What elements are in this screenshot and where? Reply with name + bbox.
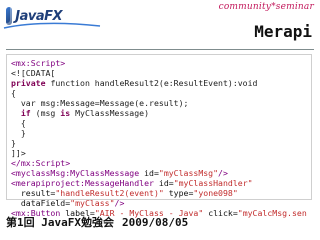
code-token: {: [11, 88, 16, 98]
code-token: <myclassMsg:MyClassMessage: [11, 168, 145, 178]
code-line: <myclassMsg:MyClassMessage id="myClassMs…: [11, 168, 307, 178]
code-token: <merapiproject:MessageHandler: [11, 178, 159, 188]
code-line: dataField="myClass"/>: [11, 198, 307, 208]
code-token: <![CDATA[: [11, 68, 56, 78]
code-token: result=: [11, 188, 56, 198]
header-divider: [6, 49, 314, 50]
code-line: <merapiproject:MessageHandler id="myClas…: [11, 178, 307, 188]
code-line: private function handleResult2(e:ResultE…: [11, 78, 307, 88]
footer-title: 第1回 JavaFX勉強会: [6, 216, 114, 229]
code-line: <mx:Script>: [11, 58, 307, 68]
code-token: MyClassMessage): [70, 108, 150, 118]
code-token: />: [114, 198, 125, 208]
code-token: is: [60, 108, 71, 118]
code-token: />: [218, 168, 228, 178]
code-token: "yone098": [193, 188, 238, 198]
code-token: }: [11, 128, 26, 138]
code-token: private: [11, 78, 46, 88]
code-listing: <mx:Script> <![CDATA[private function han…: [6, 54, 312, 218]
code-line: }: [11, 138, 307, 148]
code-token: "myClass": [70, 198, 115, 208]
code-line: {: [11, 88, 307, 98]
code-token: id=: [144, 168, 159, 178]
code-token: {: [11, 118, 26, 128]
code-token: type=: [168, 188, 194, 198]
code-token: "myClassMsg": [158, 168, 219, 178]
code-token: "myClassHandler": [173, 178, 253, 188]
code-token: <mx:Script>: [11, 58, 66, 68]
code-line: <![CDATA[: [11, 68, 307, 78]
merapi-title: Merapi: [254, 22, 312, 41]
code-token: (msg: [30, 108, 61, 118]
code-line: result="handleResult2(event)" type="yone…: [11, 188, 307, 198]
code-token: }: [11, 138, 16, 148]
slide-header: JavaFX community*seminar Merapi: [0, 0, 320, 50]
code-line: if (msg is MyClassMessage): [11, 108, 307, 118]
swoosh-icon: [3, 22, 101, 29]
code-line: {: [11, 118, 307, 128]
code-line: ]]>: [11, 148, 307, 158]
code-token: "handleResult2(event)": [55, 188, 169, 198]
code-line: </mx:Script>: [11, 158, 307, 168]
code-token: if: [11, 108, 31, 118]
code-token: ]]>: [11, 148, 26, 158]
code-token: var msg:Message=Message(e.result);: [11, 98, 189, 108]
code-token: dataField=: [11, 198, 71, 208]
code-token: id=: [158, 178, 174, 188]
code-line: }: [11, 128, 307, 138]
code-token: </mx:Script>: [11, 158, 71, 168]
code-line: var msg:Message=Message(e.result);: [11, 98, 307, 108]
footer-date: 2009/08/05: [121, 215, 189, 229]
community-seminar-tag: community*seminar: [218, 2, 314, 12]
slide-footer: 第1回 JavaFX勉強会 2009/08/05: [6, 210, 314, 234]
code-token: function handleResult2(e:ResultEvent):vo…: [45, 78, 258, 88]
